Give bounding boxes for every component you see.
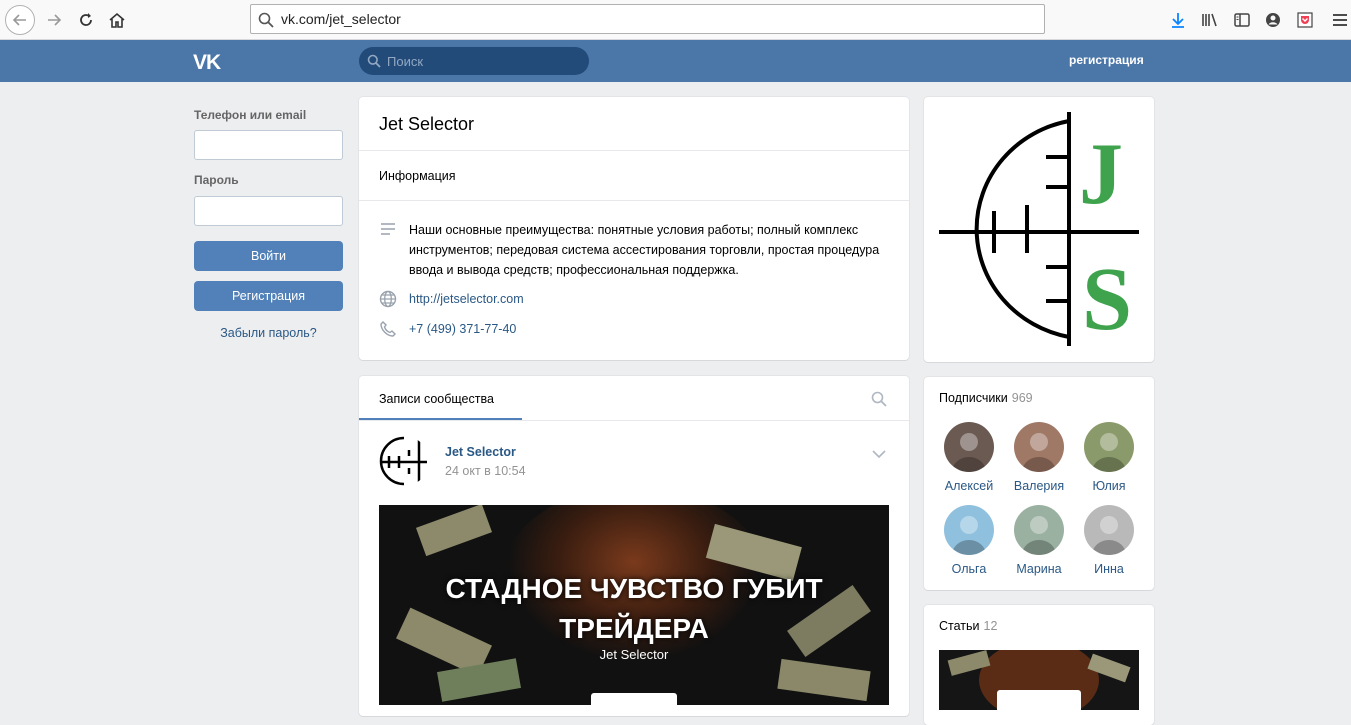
site-header: VK Поиск регистрация	[0, 40, 1351, 82]
vk-logo[interactable]: VK	[193, 51, 221, 75]
register-button[interactable]: Регистрация	[194, 281, 343, 311]
globe-icon	[379, 290, 399, 310]
address-bar[interactable]: vk.com/jet_selector	[250, 4, 1045, 34]
phone-icon	[379, 320, 399, 340]
account-icon[interactable]	[1263, 10, 1283, 30]
post-image[interactable]: СТАДНОЕ ЧУВСТВО ГУБИТ ТРЕЙДЕРА Jet Selec…	[379, 505, 889, 705]
menu-icon[interactable]	[1330, 10, 1350, 30]
logo-letter-j: J	[1079, 126, 1123, 223]
articles-header[interactable]: Статьи 12	[939, 619, 997, 633]
phone-label: Телефон или email	[194, 108, 307, 122]
subscriber-avatar[interactable]	[1084, 422, 1134, 472]
description-icon	[379, 220, 399, 240]
subscriber-avatar[interactable]	[944, 422, 994, 472]
logo-letter-s: S	[1082, 250, 1132, 349]
post-date[interactable]: 24 окт в 10:54	[445, 464, 526, 478]
subscriber-name[interactable]: Алексей	[934, 479, 1004, 493]
community-avatar-card: J S	[924, 97, 1154, 362]
download-icon[interactable]	[1168, 10, 1188, 30]
login-button[interactable]: Войти	[194, 241, 343, 271]
read-article-button[interactable]	[591, 693, 677, 705]
post-author-avatar[interactable]	[379, 436, 429, 486]
community-description: Наши основные преимущества: понятные усл…	[409, 223, 880, 277]
library-icon[interactable]	[1200, 10, 1220, 30]
wall-search-icon[interactable]	[871, 391, 887, 411]
password-label: Пароль	[194, 173, 239, 187]
article-preview-image[interactable]	[939, 650, 1139, 710]
pocket-icon[interactable]	[1295, 10, 1315, 30]
register-link[interactable]: регистрация	[1069, 53, 1144, 67]
phone-link[interactable]: +7 (499) 371-77-40	[409, 322, 516, 336]
articles-label: Статьи	[939, 619, 980, 633]
articles-count: 12	[983, 619, 998, 633]
subscribers-card: Подписчики 969 Алексей Валерия Юлия Ольга Мар…	[924, 377, 1154, 590]
password-field[interactable]	[194, 196, 343, 226]
community-wall: Записи сообщества Jet Selector 24 окт в …	[359, 376, 909, 716]
subscribers-count: 969	[1011, 391, 1033, 405]
jet-selector-logo[interactable]: J S	[924, 97, 1154, 362]
reload-icon[interactable]	[72, 6, 100, 34]
subscribers-label: Подписчики	[939, 391, 1008, 405]
subscriber-name[interactable]: Марина	[1004, 562, 1074, 576]
subscriber-name[interactable]: Валерия	[1004, 479, 1074, 493]
post-image-title: СТАДНОЕ ЧУВСТВО ГУБИТ ТРЕЙДЕРА	[445, 573, 823, 644]
divider	[359, 420, 909, 421]
article-thumbnail	[939, 650, 1139, 710]
search-icon	[367, 54, 381, 72]
page-title: Jet Selector	[379, 114, 475, 134]
subscriber-avatar[interactable]	[1014, 505, 1064, 555]
subscriber-avatar[interactable]	[1014, 422, 1064, 472]
website-link[interactable]: http://jetselector.com	[409, 292, 524, 306]
post-author-name[interactable]: Jet Selector	[445, 445, 516, 459]
subscriber-avatar[interactable]	[944, 505, 994, 555]
divider	[359, 150, 909, 151]
search-placeholder: Поиск	[387, 54, 424, 69]
url-text[interactable]: vk.com/jet_selector	[281, 11, 401, 27]
subscribers-header[interactable]: Подписчики 969	[939, 391, 1033, 405]
community-info-card: Jet Selector Информация Наши основные пр…	[359, 97, 909, 360]
sidebar-icon[interactable]	[1232, 10, 1252, 30]
subscriber-name[interactable]: Инна	[1074, 562, 1144, 576]
back-arrow-icon[interactable]	[5, 5, 35, 35]
subscriber-avatar[interactable]	[1084, 505, 1134, 555]
site-search-input[interactable]: Поиск	[359, 47, 589, 75]
forward-arrow-icon[interactable]	[40, 6, 68, 34]
forgot-password-link[interactable]: Забыли пароль?	[194, 326, 343, 340]
tab-community-posts[interactable]: Записи сообщества	[379, 392, 494, 406]
articles-card: Статьи 12	[924, 605, 1154, 725]
phone-email-field[interactable]	[194, 130, 343, 160]
info-section-title: Информация	[379, 169, 456, 183]
subscriber-name[interactable]: Ольга	[934, 562, 1004, 576]
divider	[359, 200, 909, 201]
search-icon	[258, 12, 274, 32]
home-icon[interactable]	[103, 6, 131, 34]
chevron-down-icon[interactable]	[872, 448, 886, 463]
subscriber-name[interactable]: Юлия	[1074, 479, 1144, 493]
browser-toolbar: vk.com/jet_selector	[0, 0, 1351, 40]
post-image-subtitle: Jet Selector	[599, 647, 669, 662]
